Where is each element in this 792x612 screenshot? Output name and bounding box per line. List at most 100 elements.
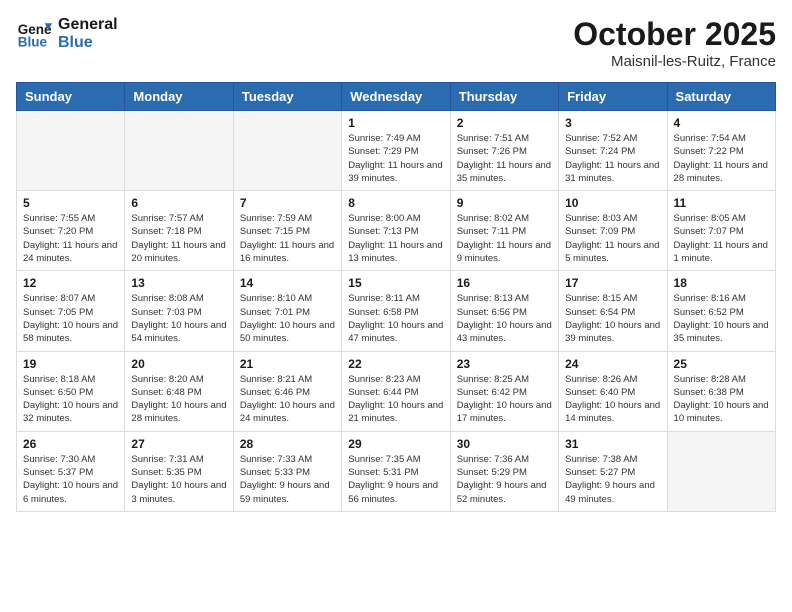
day-info: Sunrise: 8:15 AM Sunset: 6:54 PM Dayligh… (565, 292, 660, 345)
day-info: Sunrise: 7:36 AM Sunset: 5:29 PM Dayligh… (457, 453, 552, 506)
day-info: Sunrise: 8:25 AM Sunset: 6:42 PM Dayligh… (457, 373, 552, 426)
calendar-cell: 24 Sunrise: 8:26 AM Sunset: 6:40 PM Dayli… (559, 351, 667, 431)
day-info: Sunrise: 7:57 AM Sunset: 7:18 PM Dayligh… (131, 212, 226, 265)
svg-text:Blue: Blue (18, 35, 48, 50)
calendar-cell: 4Sunrise: 7:54 AM Sunset: 7:22 PM Daylig… (667, 111, 775, 191)
day-info: Sunrise: 8:28 AM Sunset: 6:38 PM Dayligh… (674, 373, 769, 426)
day-number: 29 (348, 437, 443, 451)
day-header-monday: Monday (125, 83, 233, 111)
day-info: Sunrise: 8:26 AM Sunset: 6:40 PM Dayligh… (565, 373, 660, 426)
day-header-friday: Friday (559, 83, 667, 111)
calendar-cell: 7 Sunrise: 7:59 AM Sunset: 7:15 PM Daylig… (233, 191, 341, 271)
calendar-cell: 29Sunrise: 7:35 AM Sunset: 5:31 PM Dayli… (342, 431, 450, 511)
day-info: Sunrise: 7:52 AM Sunset: 7:24 PM Dayligh… (565, 132, 660, 185)
day-header-sunday: Sunday (17, 83, 125, 111)
calendar-cell: 11Sunrise: 8:05 AM Sunset: 7:07 PM Dayli… (667, 191, 775, 271)
day-info: Sunrise: 8:03 AM Sunset: 7:09 PM Dayligh… (565, 212, 660, 265)
day-info: Sunrise: 7:59 AM Sunset: 7:15 PM Dayligh… (240, 212, 335, 265)
calendar-cell: 6 Sunrise: 7:57 AM Sunset: 7:18 PM Daylig… (125, 191, 233, 271)
day-info: Sunrise: 8:08 AM Sunset: 7:03 PM Dayligh… (131, 292, 226, 345)
calendar-cell: 14 Sunrise: 8:10 AM Sunset: 7:01 PM Dayli… (233, 271, 341, 351)
calendar-week-row: 1 Sunrise: 7:49 AM Sunset: 7:29 PM Daylig… (17, 111, 776, 191)
calendar-week-row: 26 Sunrise: 7:30 AM Sunset: 5:37 PM Dayli… (17, 431, 776, 511)
day-info: Sunrise: 8:00 AM Sunset: 7:13 PM Dayligh… (348, 212, 443, 265)
day-number: 14 (240, 276, 335, 290)
day-number: 22 (348, 357, 443, 371)
calendar-cell: 9Sunrise: 8:02 AM Sunset: 7:11 PM Daylig… (450, 191, 558, 271)
day-info: Sunrise: 7:49 AM Sunset: 7:29 PM Dayligh… (348, 132, 443, 185)
calendar-cell: 17 Sunrise: 8:15 AM Sunset: 6:54 PM Dayli… (559, 271, 667, 351)
calendar-cell: 23 Sunrise: 8:25 AM Sunset: 6:42 PM Dayli… (450, 351, 558, 431)
day-info: Sunrise: 8:05 AM Sunset: 7:07 PM Dayligh… (674, 212, 769, 265)
calendar-cell: 19 Sunrise: 8:18 AM Sunset: 6:50 PM Dayli… (17, 351, 125, 431)
day-number: 10 (565, 196, 660, 210)
day-info: Sunrise: 8:11 AM Sunset: 6:58 PM Dayligh… (348, 292, 443, 345)
day-number: 3 (565, 116, 660, 130)
calendar-cell: 26 Sunrise: 7:30 AM Sunset: 5:37 PM Dayli… (17, 431, 125, 511)
day-header-tuesday: Tuesday (233, 83, 341, 111)
calendar-cell: 3 Sunrise: 7:52 AM Sunset: 7:24 PM Daylig… (559, 111, 667, 191)
location: Maisnil-les-Ruitz, France (573, 53, 776, 70)
day-info: Sunrise: 8:18 AM Sunset: 6:50 PM Dayligh… (23, 373, 118, 426)
day-number: 16 (457, 276, 552, 290)
day-info: Sunrise: 8:21 AM Sunset: 6:46 PM Dayligh… (240, 373, 335, 426)
day-info: Sunrise: 8:07 AM Sunset: 7:05 PM Dayligh… (23, 292, 118, 345)
page-header: General Blue General Blue October 2025 M… (16, 16, 776, 70)
day-number: 13 (131, 276, 226, 290)
logo-blue: Blue (58, 34, 118, 52)
day-number: 24 (565, 357, 660, 371)
day-number: 19 (23, 357, 118, 371)
day-number: 23 (457, 357, 552, 371)
calendar-cell: 12 Sunrise: 8:07 AM Sunset: 7:05 PM Dayli… (17, 271, 125, 351)
day-header-thursday: Thursday (450, 83, 558, 111)
day-info: Sunrise: 7:55 AM Sunset: 7:20 PM Dayligh… (23, 212, 118, 265)
day-number: 30 (457, 437, 552, 451)
calendar-cell: 8 Sunrise: 8:00 AM Sunset: 7:13 PM Daylig… (342, 191, 450, 271)
calendar-cell: 25 Sunrise: 8:28 AM Sunset: 6:38 PM Dayli… (667, 351, 775, 431)
calendar-week-row: 12 Sunrise: 8:07 AM Sunset: 7:05 PM Dayli… (17, 271, 776, 351)
calendar-cell: 28Sunrise: 7:33 AM Sunset: 5:33 PM Dayli… (233, 431, 341, 511)
day-number: 12 (23, 276, 118, 290)
calendar-cell: 27Sunrise: 7:31 AM Sunset: 5:35 PM Dayli… (125, 431, 233, 511)
calendar-cell: 10 Sunrise: 8:03 AM Sunset: 7:09 PM Dayli… (559, 191, 667, 271)
day-number: 20 (131, 357, 226, 371)
day-number: 26 (23, 437, 118, 451)
day-number: 1 (348, 116, 443, 130)
logo-icon: General Blue (16, 16, 52, 52)
month-title: October 2025 (573, 16, 776, 53)
calendar-cell (233, 111, 341, 191)
day-number: 8 (348, 196, 443, 210)
calendar-cell: 15Sunrise: 8:11 AM Sunset: 6:58 PM Dayli… (342, 271, 450, 351)
logo: General Blue General Blue (16, 16, 118, 52)
day-number: 25 (674, 357, 769, 371)
day-number: 7 (240, 196, 335, 210)
day-info: Sunrise: 7:31 AM Sunset: 5:35 PM Dayligh… (131, 453, 226, 506)
day-info: Sunrise: 8:23 AM Sunset: 6:44 PM Dayligh… (348, 373, 443, 426)
day-info: Sunrise: 7:38 AM Sunset: 5:27 PM Dayligh… (565, 453, 660, 506)
calendar-cell: 18Sunrise: 8:16 AM Sunset: 6:52 PM Dayli… (667, 271, 775, 351)
day-number: 28 (240, 437, 335, 451)
calendar-header-row: SundayMondayTuesdayWednesdayThursdayFrid… (17, 83, 776, 111)
day-header-wednesday: Wednesday (342, 83, 450, 111)
day-info: Sunrise: 8:10 AM Sunset: 7:01 PM Dayligh… (240, 292, 335, 345)
day-number: 17 (565, 276, 660, 290)
calendar-cell (17, 111, 125, 191)
calendar-cell: 20 Sunrise: 8:20 AM Sunset: 6:48 PM Dayli… (125, 351, 233, 431)
calendar-table: SundayMondayTuesdayWednesdayThursdayFrid… (16, 82, 776, 512)
calendar-cell: 21Sunrise: 8:21 AM Sunset: 6:46 PM Dayli… (233, 351, 341, 431)
day-info: Sunrise: 8:02 AM Sunset: 7:11 PM Dayligh… (457, 212, 552, 265)
calendar-cell: 1 Sunrise: 7:49 AM Sunset: 7:29 PM Daylig… (342, 111, 450, 191)
day-number: 6 (131, 196, 226, 210)
day-info: Sunrise: 8:20 AM Sunset: 6:48 PM Dayligh… (131, 373, 226, 426)
day-info: Sunrise: 8:13 AM Sunset: 6:56 PM Dayligh… (457, 292, 552, 345)
calendar-week-row: 19 Sunrise: 8:18 AM Sunset: 6:50 PM Dayli… (17, 351, 776, 431)
calendar-cell: 22 Sunrise: 8:23 AM Sunset: 6:44 PM Dayli… (342, 351, 450, 431)
day-number: 2 (457, 116, 552, 130)
day-number: 31 (565, 437, 660, 451)
day-info: Sunrise: 7:30 AM Sunset: 5:37 PM Dayligh… (23, 453, 118, 506)
calendar-week-row: 5Sunrise: 7:55 AM Sunset: 7:20 PM Daylig… (17, 191, 776, 271)
calendar-cell: 13 Sunrise: 8:08 AM Sunset: 7:03 PM Dayli… (125, 271, 233, 351)
calendar-cell (125, 111, 233, 191)
title-block: October 2025 Maisnil-les-Ruitz, France (573, 16, 776, 70)
calendar-cell: 31 Sunrise: 7:38 AM Sunset: 5:27 PM Dayli… (559, 431, 667, 511)
